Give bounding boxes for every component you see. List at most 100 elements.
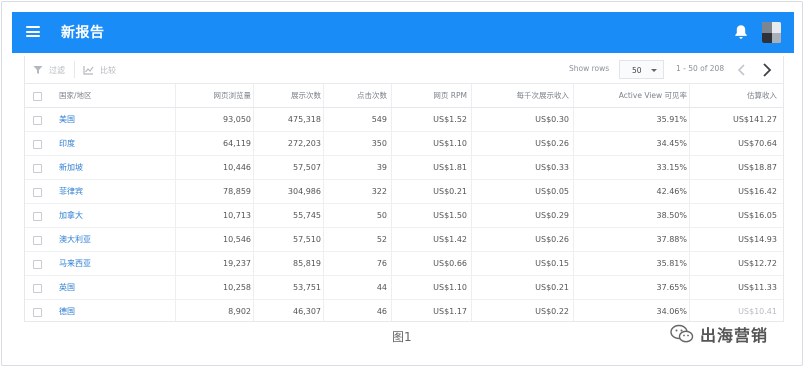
cell-page-views: 10,546 — [223, 235, 251, 244]
column-divider — [391, 252, 392, 275]
column-divider — [573, 276, 574, 299]
wechat-logo-icon — [670, 324, 694, 343]
cell-impressions: 57,510 — [293, 235, 321, 244]
column-divider — [253, 108, 254, 131]
cell-impression-rpm: US$0.29 — [535, 211, 569, 220]
cell-impressions: 55,745 — [293, 211, 321, 220]
table-row[interactable]: 加拿大 10,713 55,745 50 US$1.50 US$0.29 38.50% US$… — [25, 204, 783, 228]
column-divider — [253, 300, 254, 321]
cell-estimated-earnings: US$16.05 — [738, 211, 777, 220]
table-row[interactable]: 德国 8,902 46,307 46 US$1.17 US$0.22 34.06% US$10… — [25, 300, 783, 321]
row-checkbox[interactable] — [33, 164, 42, 173]
row-checkbox[interactable] — [33, 308, 42, 317]
table-row[interactable]: 新加坡 10,446 57,507 39 US$1.81 US$0.33 33.15% US$… — [25, 156, 783, 180]
cell-page-views: 19,237 — [223, 259, 251, 268]
table-row[interactable]: 美国 93,050 475,318 549 US$1.52 US$0.30 35.91% US… — [25, 108, 783, 132]
column-divider — [471, 276, 472, 299]
row-checkbox[interactable] — [33, 116, 42, 125]
column-header-estimated-earnings[interactable]: 估算收入 — [693, 84, 777, 107]
column-divider — [253, 180, 254, 203]
hamburger-menu-icon[interactable] — [26, 26, 40, 37]
table-row[interactable]: 印度 64,119 272,203 350 US$1.10 US$0.26 34.45% US… — [25, 132, 783, 156]
column-header-active-view[interactable]: Active View 可见率 — [577, 84, 687, 107]
cell-clicks: 549 — [371, 115, 387, 124]
column-divider — [471, 84, 472, 107]
filter-button[interactable]: 过滤 — [33, 63, 65, 77]
cell-estimated-earnings: US$10.41 — [738, 307, 777, 316]
table-row[interactable]: 英国 10,258 53,751 44 US$1.10 US$0.21 37.65% US$1… — [25, 276, 783, 300]
column-header-page-rpm[interactable]: 网页 RPM — [395, 84, 467, 107]
cell-impression-rpm: US$0.21 — [535, 283, 569, 292]
column-header-impression-rpm[interactable]: 每千次展示收入 — [475, 84, 570, 107]
cell-country[interactable]: 德国 — [59, 300, 179, 321]
cell-active-view: 42.46% — [656, 187, 687, 196]
cell-clicks: 52 — [376, 235, 387, 244]
column-divider — [391, 132, 392, 155]
table-row[interactable]: 菲律宾 78,859 304,986 322 US$0.21 US$0.05 42.46% U… — [25, 180, 783, 204]
select-all-checkbox[interactable] — [33, 92, 42, 101]
table-toolbar: 过滤 比较 Show rows 50 1 - 50 of 208 — [25, 56, 783, 84]
column-divider — [689, 300, 690, 321]
cell-page-views: 64,119 — [223, 139, 251, 148]
column-divider — [471, 204, 472, 227]
cell-country[interactable]: 新加坡 — [59, 156, 179, 179]
cell-impression-rpm: US$0.26 — [535, 235, 569, 244]
table-body: 美国 93,050 475,318 549 US$1.52 US$0.30 35.91% US… — [25, 108, 783, 321]
column-divider — [391, 180, 392, 203]
row-checkbox[interactable] — [33, 188, 42, 197]
notification-bell-icon[interactable] — [734, 24, 748, 40]
column-header-clicks[interactable]: 点击次数 — [327, 84, 387, 107]
column-divider — [573, 228, 574, 251]
column-divider — [391, 228, 392, 251]
cell-active-view: 35.81% — [656, 259, 687, 268]
user-avatar[interactable] — [762, 22, 781, 43]
cell-clicks: 46 — [376, 307, 387, 316]
column-divider — [471, 180, 472, 203]
column-header-country[interactable]: 国家/地区 — [59, 84, 92, 107]
row-checkbox[interactable] — [33, 236, 42, 245]
column-divider — [323, 156, 324, 179]
column-divider — [689, 228, 690, 251]
cell-country[interactable]: 加拿大 — [59, 204, 179, 227]
cell-page-views: 10,713 — [223, 211, 251, 220]
column-divider — [323, 252, 324, 275]
row-checkbox[interactable] — [33, 212, 42, 221]
cell-page-views: 8,902 — [228, 307, 251, 316]
cell-page-views: 10,258 — [223, 283, 251, 292]
row-checkbox[interactable] — [33, 284, 42, 293]
column-divider — [323, 84, 324, 107]
column-divider — [253, 228, 254, 251]
column-divider — [573, 132, 574, 155]
compare-button[interactable]: 比较 — [83, 63, 116, 77]
column-divider — [391, 300, 392, 321]
table-row[interactable]: 澳大利亚 10,546 57,510 52 US$1.42 US$0.26 37.88% US… — [25, 228, 783, 252]
cell-country[interactable]: 菲律宾 — [59, 180, 179, 203]
cell-page-views: 78,859 — [223, 187, 251, 196]
cell-page-rpm: US$1.10 — [433, 139, 467, 148]
cell-country[interactable]: 美国 — [59, 108, 179, 131]
column-divider — [573, 156, 574, 179]
row-checkbox[interactable] — [33, 260, 42, 269]
table-row[interactable]: 马来西亚 19,237 85,819 76 US$0.66 US$0.15 35.81% US… — [25, 252, 783, 276]
column-divider — [689, 204, 690, 227]
cell-country[interactable]: 英国 — [59, 276, 179, 299]
cell-active-view: 34.45% — [656, 139, 687, 148]
column-divider — [689, 84, 690, 107]
column-header-page-views[interactable]: 网页浏览量 — [179, 84, 252, 107]
report-panel: 过滤 比较 Show rows 50 1 - 50 of 208 国家/地区 网… — [24, 56, 784, 322]
row-checkbox[interactable] — [33, 140, 42, 149]
chevron-down-icon — [651, 69, 657, 72]
cell-estimated-earnings: US$12.72 — [738, 259, 777, 268]
cell-country[interactable]: 澳大利亚 — [59, 228, 179, 251]
previous-page-button[interactable] — [733, 61, 751, 79]
cell-page-rpm: US$0.66 — [433, 259, 467, 268]
cell-country[interactable]: 印度 — [59, 132, 179, 155]
cell-country[interactable]: 马来西亚 — [59, 252, 179, 275]
column-header-impressions[interactable]: 展示次数 — [257, 84, 321, 107]
rows-per-page-select[interactable]: 50 — [619, 60, 664, 79]
column-divider — [391, 84, 392, 107]
compare-label: 比较 — [100, 65, 116, 75]
next-page-button[interactable] — [756, 60, 776, 80]
cell-impressions: 272,203 — [287, 139, 321, 148]
column-divider — [573, 108, 574, 131]
